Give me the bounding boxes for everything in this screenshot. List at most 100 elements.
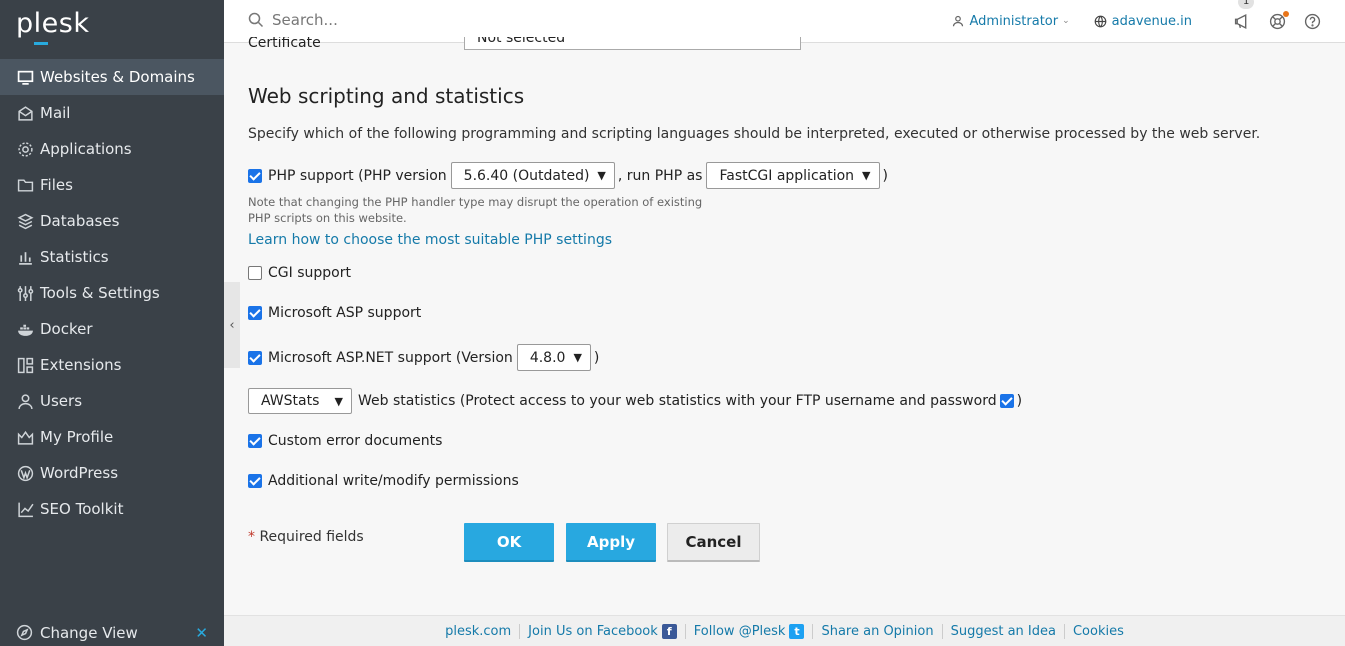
permissions-checkbox[interactable] <box>248 474 262 488</box>
sidebar-item-tools-settings[interactable]: Tools & Settings <box>0 275 224 311</box>
chevron-left-icon: ‹ <box>229 317 235 333</box>
protect-statistics-checkbox[interactable] <box>999 394 1014 408</box>
database-icon <box>16 212 34 230</box>
permissions-row: Additional write/modify permissions <box>248 473 519 489</box>
web-statistics-label: Web statistics (Protect access to your w… <box>358 393 997 409</box>
footer-link-label: Suggest an Idea <box>950 623 1056 639</box>
help-suggestions-button[interactable] <box>1269 10 1289 30</box>
notifications-button[interactable]: 1 <box>1234 0 1255 30</box>
sidebar-item-label: SEO Toolkit <box>40 500 124 518</box>
profile-icon <box>16 428 34 446</box>
chevron-down-icon: ▼ <box>334 394 343 408</box>
custom-errors-row: Custom error documents <box>248 433 442 449</box>
monitor-icon <box>16 68 34 86</box>
search-input[interactable]: Search... <box>272 11 338 29</box>
aspnet-support-checkbox[interactable] <box>248 350 262 365</box>
sidebar-item-applications[interactable]: Applications <box>0 131 224 167</box>
megaphone-icon <box>1234 13 1247 29</box>
close-icon[interactable]: ✕ <box>195 624 208 642</box>
php-handler-note: Note that changing the PHP handler type … <box>248 195 703 225</box>
certificate-select[interactable]: Not selected <box>464 37 801 50</box>
sidebar-item-docker[interactable]: Docker <box>0 311 224 347</box>
sidebar-item-users[interactable]: Users <box>0 383 224 419</box>
change-view-button[interactable]: Change View ✕ <box>16 620 216 646</box>
domain-selector[interactable]: adavenue.in <box>1094 14 1192 29</box>
cgi-support-row: CGI support <box>248 265 351 281</box>
compass-icon <box>16 624 34 642</box>
php-handler-select[interactable]: FastCGI application ▼ <box>706 162 880 189</box>
user-icon <box>16 392 34 410</box>
sidebar-item-mail[interactable]: Mail <box>0 95 224 131</box>
footer-link-label: Cookies <box>1072 623 1124 639</box>
run-php-as-label: , run PHP as <box>617 167 703 184</box>
sidebar-item-label: Mail <box>40 104 71 122</box>
folder-icon <box>16 176 34 194</box>
aspnet-version-value: 4.8.0 <box>529 349 566 366</box>
asp-support-checkbox[interactable] <box>248 306 262 320</box>
sidebar-item-label: Statistics <box>40 248 109 266</box>
change-view-label: Change View <box>40 624 138 642</box>
chevron-down-icon: ▼ <box>597 169 606 182</box>
footer-link-plesk[interactable]: plesk.com <box>437 623 521 639</box>
certificate-value: Not selected <box>477 37 566 46</box>
ok-button[interactable]: OK <box>464 523 554 562</box>
custom-errors-checkbox[interactable] <box>248 434 262 448</box>
sidebar-item-label: Websites & Domains <box>40 68 195 86</box>
sidebar-item-label: Databases <box>40 212 120 230</box>
sidebar-item-files[interactable]: Files <box>0 167 224 203</box>
sidebar: plesk Websites & Domains Mail Applicatio… <box>0 0 224 646</box>
php-settings-help-link[interactable]: Learn how to choose the most suitable PH… <box>248 232 612 248</box>
footer-link-idea[interactable]: Suggest an Idea <box>943 623 1065 639</box>
chevron-down-icon: ⌄ <box>1062 16 1070 26</box>
gear-icon <box>16 140 34 158</box>
footer-link-cookies[interactable]: Cookies <box>1065 624 1132 639</box>
cancel-button[interactable]: Cancel <box>667 523 760 562</box>
facebook-icon: f <box>661 623 677 639</box>
web-statistics-select[interactable]: AWStats ▼ <box>248 388 352 414</box>
cgi-support-checkbox[interactable] <box>248 266 262 280</box>
php-version-value: 5.6.40 (Outdated) <box>463 167 590 184</box>
web-statistics-suffix: ) <box>1016 393 1023 409</box>
plesk-logo[interactable]: plesk <box>16 8 90 45</box>
php-support-checkbox[interactable] <box>248 168 262 183</box>
sidebar-item-label: My Profile <box>40 428 114 446</box>
sliders-icon <box>16 284 34 302</box>
aspnet-support-label: Microsoft ASP.NET support (Version <box>268 349 513 366</box>
aspnet-suffix: ) <box>593 349 600 366</box>
section-description: Specify which of the following programmi… <box>248 126 1261 142</box>
mail-icon <box>16 104 34 122</box>
php-handler-value: FastCGI application <box>719 167 855 184</box>
permissions-label: Additional write/modify permissions <box>268 473 519 489</box>
footer-link-opinion[interactable]: Share an Opinion <box>813 623 943 639</box>
sidebar-item-my-profile[interactable]: My Profile <box>0 419 224 455</box>
footer-link-twitter[interactable]: Follow @Plesk t <box>686 623 814 639</box>
sidebar-nav: Websites & Domains Mail Applications Fil… <box>0 59 224 527</box>
required-star: * <box>248 529 255 545</box>
footer-link-facebook[interactable]: Join Us on Facebook f <box>520 623 686 639</box>
asp-support-label: Microsoft ASP support <box>268 305 422 321</box>
logo-text: plesk <box>16 8 90 39</box>
apply-button[interactable]: Apply <box>566 523 656 562</box>
sidebar-item-websites-domains[interactable]: Websites & Domains <box>0 59 224 95</box>
footer: plesk.com Join Us on Facebook f Follow @P… <box>224 615 1345 646</box>
search-box[interactable]: Search... <box>248 11 338 29</box>
aspnet-version-select[interactable]: 4.8.0 ▼ <box>516 344 591 371</box>
bar-chart-icon <box>16 248 34 266</box>
required-fields-label: Required fields <box>259 529 364 545</box>
sidebar-item-extensions[interactable]: Extensions <box>0 347 224 383</box>
sidebar-item-databases[interactable]: Databases <box>0 203 224 239</box>
alert-dot <box>1283 10 1289 17</box>
user-name: Administrator <box>969 13 1059 29</box>
sidebar-collapse-handle[interactable]: ‹ <box>224 282 240 368</box>
sidebar-item-statistics[interactable]: Statistics <box>0 239 224 275</box>
required-fields-note: * Required fields <box>248 529 364 545</box>
footer-link-label: Join Us on Facebook <box>528 623 658 639</box>
sidebar-item-wordpress[interactable]: WordPress <box>0 455 224 491</box>
sidebar-item-seo-toolkit[interactable]: SEO Toolkit <box>0 491 224 527</box>
certificate-row: Certificate Not selected <box>248 37 808 57</box>
chevron-down-icon: ▼ <box>862 169 871 182</box>
php-support-label: PHP support (PHP version <box>268 167 447 184</box>
user-menu[interactable]: Administrator ⌄ <box>952 13 1070 29</box>
php-version-select[interactable]: 5.6.40 (Outdated) ▼ <box>450 162 615 189</box>
help-button[interactable] <box>1304 13 1321 30</box>
